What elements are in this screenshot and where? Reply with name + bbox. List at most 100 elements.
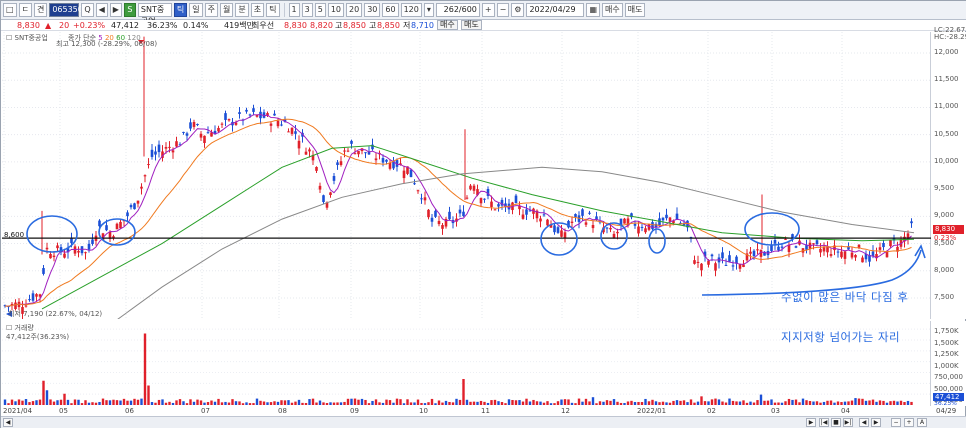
- candle-body: [465, 197, 469, 199]
- period-minute[interactable]: 분: [235, 3, 249, 17]
- zoom-minus-icon[interactable]: −: [891, 418, 901, 427]
- search-icon[interactable]: Q: [81, 3, 94, 17]
- candle-body: [469, 185, 472, 190]
- volume-bar: [371, 400, 374, 405]
- settings-icon[interactable]: ⚙: [511, 3, 525, 17]
- prev-button[interactable]: ◀: [95, 3, 108, 17]
- volume-bar: [388, 400, 392, 405]
- scroll-next-icon[interactable]: ▶: [871, 418, 881, 427]
- chart-scrollbar[interactable]: ◀ ▶ |◀ ■ ▶| ◀ ▶ − + A: [1, 416, 966, 428]
- volume-bar: [63, 393, 66, 405]
- favorite-icon[interactable]: S: [123, 3, 136, 17]
- volume-bar: [350, 398, 353, 405]
- view-button[interactable]: 견: [33, 3, 48, 17]
- zoom-plus-icon[interactable]: +: [904, 418, 914, 427]
- volume-bar: [318, 400, 322, 405]
- candle-body: [819, 248, 822, 253]
- zoom-out-icon[interactable]: −: [496, 3, 510, 17]
- candle-body: [252, 108, 255, 112]
- volume-bar: [784, 401, 787, 405]
- zoom-reset-icon[interactable]: A: [917, 418, 927, 427]
- period-day[interactable]: 일: [189, 3, 203, 17]
- volume-bar: [826, 400, 829, 405]
- scroll-prev-icon[interactable]: ◀: [859, 418, 869, 427]
- volume-bar: [752, 402, 756, 405]
- min-1[interactable]: 1: [288, 3, 300, 17]
- min-30[interactable]: 30: [364, 3, 381, 17]
- candle-body: [234, 122, 238, 125]
- volume-bar: [570, 402, 574, 405]
- candle-body: [805, 245, 808, 250]
- next-button[interactable]: ▶: [109, 3, 122, 17]
- layout-button[interactable]: □: [3, 3, 17, 17]
- price-y-tick: 9,500: [934, 184, 955, 193]
- min-5[interactable]: 5: [314, 3, 326, 17]
- stock-name-field[interactable]: SNT중공업: [137, 3, 172, 26]
- volume-bar: [423, 403, 427, 405]
- legend-checkbox-icon[interactable]: ☐: [6, 34, 12, 42]
- period-tick[interactable]: 틱: [173, 3, 188, 17]
- toolbar: □ ㄷ 견 065350 Q ◀ ▶ S SNT중공업 틱 일 주 월 분 초 …: [1, 1, 966, 26]
- period-second[interactable]: 초: [250, 3, 265, 17]
- candle-body: [24, 305, 28, 307]
- candle-body: [45, 247, 49, 250]
- period-tick2[interactable]: 틱: [266, 3, 280, 17]
- volume-bar: [476, 401, 479, 405]
- volume-bar: [273, 401, 276, 405]
- volume-bar: [108, 400, 112, 405]
- candle-body: [574, 214, 577, 217]
- buy-button[interactable]: 매수: [602, 3, 623, 17]
- price-chart-pane[interactable]: ☐ SNT중공업 종가 단순 5 20 60 120 최고 12,300 (-2…: [2, 32, 931, 332]
- zoom-field[interactable]: 262/600: [435, 3, 480, 17]
- volume-bar: [444, 400, 448, 405]
- candle-body: [843, 251, 847, 259]
- scroll-left-icon[interactable]: ◀: [3, 418, 13, 427]
- date-field[interactable]: 2022/04/29: [526, 3, 585, 17]
- candle-body: [185, 133, 189, 136]
- quote-sell-button[interactable]: 매도: [461, 20, 482, 30]
- volume-bar: [357, 399, 360, 405]
- quote-buy-button[interactable]: 매수: [437, 20, 458, 30]
- candle-body: [87, 243, 91, 250]
- volume-bar: [234, 401, 238, 405]
- min-10[interactable]: 10: [327, 3, 345, 17]
- volume-bar: [840, 402, 843, 405]
- min-20[interactable]: 20: [346, 3, 363, 17]
- scroll-right-icon[interactable]: ▶: [806, 418, 816, 427]
- volume-bar: [535, 401, 539, 405]
- period-month[interactable]: 월: [220, 3, 234, 17]
- volume-bar: [42, 380, 45, 405]
- stock-code-input[interactable]: 065350: [49, 3, 83, 17]
- menu-button[interactable]: ㄷ: [18, 3, 32, 17]
- sell-button[interactable]: 매도: [624, 3, 646, 17]
- candle-body: [483, 198, 486, 200]
- min-120[interactable]: 120: [400, 3, 422, 17]
- volume-bar: [35, 400, 38, 405]
- scroll-end-icon[interactable]: ▶|: [843, 418, 853, 427]
- dropdown-icon[interactable]: ▾: [423, 3, 434, 17]
- volume-bar: [140, 398, 143, 405]
- volume-bar: [689, 399, 693, 405]
- volume-bar: [364, 399, 367, 405]
- volume-bar: [756, 400, 759, 405]
- volume-bar: [805, 400, 808, 405]
- scroll-pause-icon[interactable]: ■: [831, 418, 841, 427]
- scroll-start-icon[interactable]: |◀: [819, 418, 829, 427]
- volume-bar: [441, 402, 444, 405]
- period-week[interactable]: 주: [204, 3, 219, 17]
- volume-bar: [843, 401, 847, 405]
- legend-stock-name: SNT중공업: [14, 34, 48, 42]
- min-3[interactable]: 3: [301, 3, 313, 17]
- candle-body: [115, 223, 119, 230]
- price-chart[interactable]: [2, 32, 931, 332]
- zoom-in-icon[interactable]: +: [481, 3, 495, 17]
- volume-bar: [157, 399, 161, 405]
- quote-low-label: 저: [403, 21, 411, 30]
- candle-body: [637, 226, 640, 234]
- volume-bar: [21, 400, 24, 405]
- min-60[interactable]: 60: [382, 3, 399, 17]
- volume-bar: [17, 399, 21, 405]
- candle-body: [224, 113, 227, 120]
- volume-checkbox-icon[interactable]: ☐: [6, 324, 12, 332]
- calendar-icon[interactable]: ▦: [586, 3, 601, 17]
